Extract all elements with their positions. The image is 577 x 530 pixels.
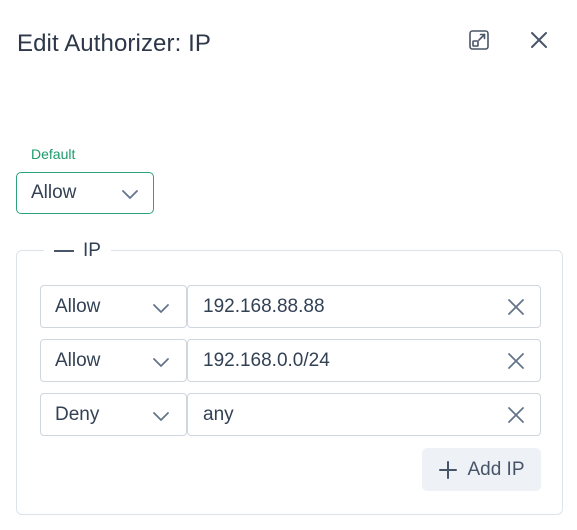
clear-icon[interactable] [506,405,526,425]
rule-address-input[interactable]: any [187,393,541,436]
clear-icon[interactable] [506,297,526,317]
rule-action-select[interactable]: Deny [40,393,187,436]
chevron-down-icon [152,353,170,377]
rule-action-select[interactable]: Allow [40,285,187,328]
rule-action-value: Deny [55,403,100,425]
ip-section-legend: IP [83,240,101,261]
rule-action-value: Allow [55,349,101,371]
rule-address-value: any [203,403,234,425]
minus-icon [54,250,74,252]
chevron-down-icon [152,299,170,323]
rule-address-input[interactable]: 192.168.0.0/24 [187,339,541,382]
default-select[interactable]: Allow [16,172,154,214]
rule-address-value: 192.168.0.0/24 [203,349,330,371]
chevron-down-icon [121,185,139,209]
expand-button[interactable] [463,26,495,58]
rule-address-value: 192.168.88.88 [203,295,325,317]
plus-icon [438,460,458,480]
dialog-title: Edit Authorizer: IP [17,30,211,57]
add-ip-button[interactable]: Add IP [422,448,541,491]
close-icon [529,30,549,55]
default-select-value: Allow [31,182,77,203]
default-label: Default [31,146,76,162]
add-ip-label: Add IP [467,458,525,480]
ip-section-toggle[interactable]: IP [44,239,111,263]
expand-icon [468,29,490,56]
rule-action-select[interactable]: Allow [40,339,187,382]
clear-icon[interactable] [506,351,526,371]
close-button[interactable] [523,26,555,58]
rule-action-value: Allow [55,295,101,317]
edit-authorizer-dialog: Edit Authorizer: IP Default Allow IP All… [0,0,577,530]
rule-address-input[interactable]: 192.168.88.88 [187,285,541,328]
chevron-down-icon [152,407,170,431]
